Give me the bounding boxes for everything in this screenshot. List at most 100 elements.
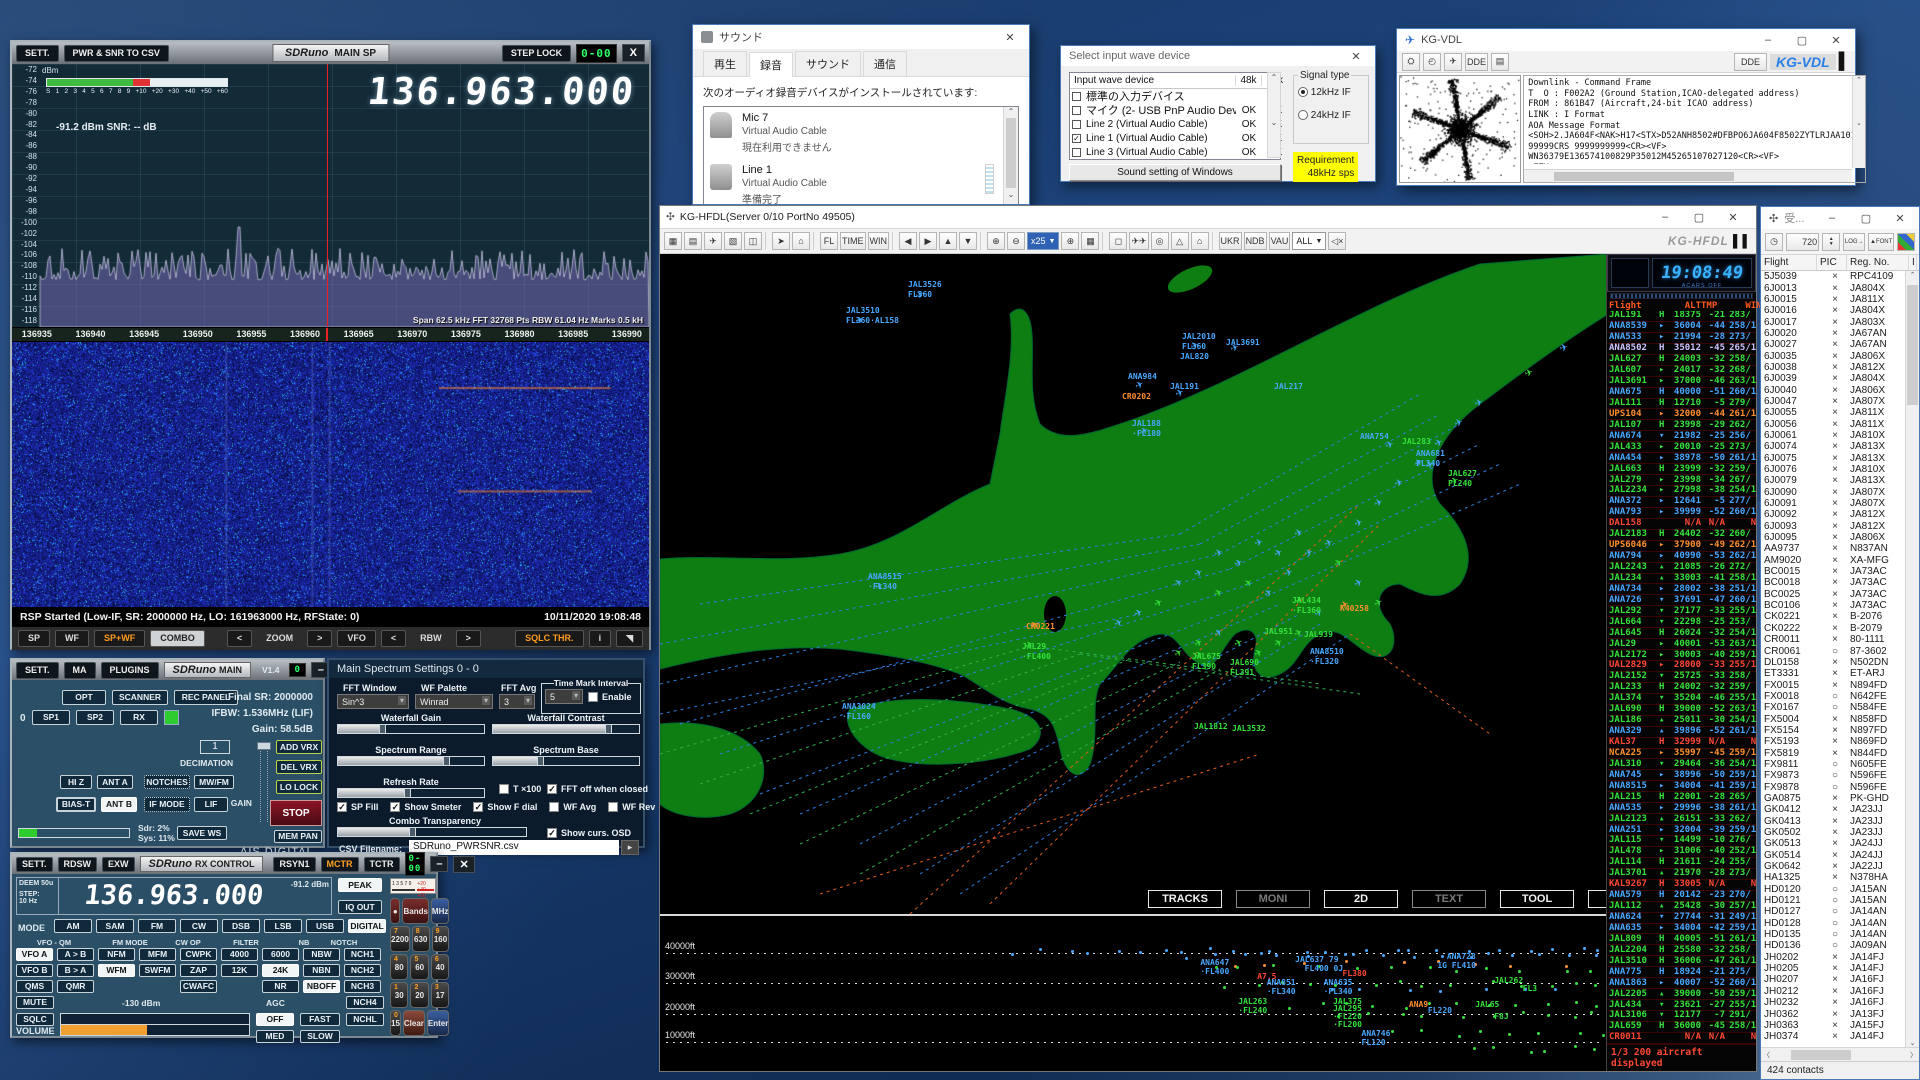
lif-button[interactable]: LIF	[194, 797, 228, 812]
wave-device-row[interactable]: Line 2 (Virtual Audio Cable)OKOK	[1070, 117, 1280, 131]
flight-row[interactable]: JAL112▴25428-30257/116	[1607, 902, 1756, 913]
aircraft-icon[interactable]: ✈	[1385, 440, 1396, 452]
contact-row[interactable]: JH0207×JA16FJ	[1761, 974, 1919, 985]
plugins-button[interactable]: PLUGINS	[101, 662, 159, 679]
flight-row[interactable]: JAL215H22001-28265/ 67	[1607, 792, 1756, 803]
add-vrx-button[interactable]: ADD VRX	[276, 740, 322, 754]
flight-row[interactable]: JAL2234▸27998-38254/108	[1607, 486, 1756, 497]
flight-row[interactable]: ANA533▸21994-28273/ 67	[1607, 333, 1756, 344]
mctr-button[interactable]: MCTR	[321, 857, 359, 872]
close-icon[interactable]: ✕	[1339, 46, 1373, 66]
flight-row[interactable]: JAL664▾22298-25253/ 94	[1607, 617, 1756, 628]
rdsw-button[interactable]: RDSW	[58, 857, 98, 872]
contact-row[interactable]: 6J0055×JA811X	[1761, 407, 1919, 418]
notches-button[interactable]: NOTCHES	[144, 775, 190, 789]
contact-row[interactable]: ET3331×ET-ARJ	[1761, 668, 1919, 679]
view-sp+wf-button[interactable]: SP+WF	[94, 630, 145, 647]
flight-row[interactable]: ANA8515▸34004-41259/137	[1607, 781, 1756, 792]
qms-button[interactable]: QMS	[16, 980, 53, 993]
flight-row[interactable]: UPS104▸32000-44261/124	[1607, 409, 1756, 420]
flight-row[interactable]: JAL111H12710-5279/ 49	[1607, 399, 1756, 410]
agc-med-button[interactable]: MED	[256, 1030, 294, 1043]
view-combo-button[interactable]: COMBO	[150, 630, 205, 647]
contact-row[interactable]: 6J0027×JA67AN	[1761, 339, 1919, 350]
mode-digital-button[interactable]: DIGITAL	[348, 919, 386, 933]
mfm-button[interactable]: MFM	[139, 948, 176, 961]
close-icon[interactable]: ✕	[993, 25, 1027, 49]
mode-lsb-button[interactable]: LSB	[264, 919, 302, 933]
checkbox-icon[interactable]	[1072, 148, 1081, 157]
agc-fast-button[interactable]: FAST	[300, 1013, 340, 1026]
tab-3[interactable]: 通信	[863, 51, 907, 76]
checkbox-icon[interactable]	[1072, 92, 1081, 101]
flight-row[interactable]: JAL2152▾25725-33258/ 93	[1607, 672, 1756, 683]
sound-device-item[interactable]: Line 1Virtual Audio Cable準備完了	[704, 159, 1018, 205]
map-button-2d[interactable]: 2D	[1324, 890, 1398, 908]
aircraft-icon[interactable]: ✈	[1133, 608, 1145, 621]
tx100-checkbox[interactable]: T ×100	[499, 784, 541, 794]
swfm-button[interactable]: SWFM	[139, 964, 176, 977]
tab-2[interactable]: サウンド	[795, 51, 861, 76]
contact-row[interactable]: CK0221×B-2076	[1761, 611, 1919, 622]
contact-row[interactable]: 6J0038×JA812X	[1761, 362, 1919, 373]
flight-row[interactable]: JAL115▾14499-10276/ 51	[1607, 836, 1756, 847]
aircraft-icon[interactable]: ✈	[1233, 638, 1245, 651]
decimation-value[interactable]: 1	[200, 740, 230, 754]
close-icon[interactable]: ✕	[1716, 206, 1750, 228]
contact-row[interactable]: FX5819×N844FD	[1761, 747, 1919, 758]
contact-row[interactable]: GK0514×JA24JJ	[1761, 850, 1919, 861]
contact-row[interactable]: HD0135○JA14AN	[1761, 929, 1919, 940]
contact-row[interactable]: FX5154×N897FD	[1761, 725, 1919, 736]
hfdl-titlebar[interactable]: ✣ KG-HFDL(Server 0/10 PortNo 49505) –▢✕	[660, 206, 1756, 228]
flight-row[interactable]: JAL233H24002-32259/ 83	[1607, 683, 1756, 694]
aircraft-icon[interactable]: ✈	[1263, 587, 1276, 600]
key-17[interactable]: 317	[431, 982, 449, 1008]
contact-row[interactable]: FX9811○N605FE	[1761, 759, 1919, 770]
flight-row[interactable]: JAL478▸31006-40252/124	[1607, 847, 1756, 858]
contact-row[interactable]: BC0018×JA73AC	[1761, 577, 1919, 588]
flight-row[interactable]: JAL2183H24402-32260/ 75	[1607, 530, 1756, 541]
6000-button[interactable]: 6000	[262, 948, 299, 961]
maximize-icon[interactable]: ▢	[1682, 206, 1716, 228]
rsyn1-button[interactable]: RSYN1	[273, 857, 315, 872]
flight-row[interactable]: JAL3701▴21970-28273/ 59	[1607, 869, 1756, 880]
aircraft-icon[interactable]: ✈	[1113, 618, 1125, 631]
aircraft-icon[interactable]: ✈	[1153, 598, 1165, 611]
agc-off-button[interactable]: OFF	[256, 1013, 294, 1026]
mute-button[interactable]: MUTE	[16, 996, 54, 1009]
slider-waterfall-contrast[interactable]	[492, 724, 640, 734]
flight-row[interactable]: ANA794▸40990-53262/140	[1607, 552, 1756, 563]
flight-row[interactable]: JAL186▴25011-30254/103	[1607, 716, 1756, 727]
aircraft-icon[interactable]: ✈	[1213, 588, 1225, 601]
track-icon[interactable]: ✈	[1444, 53, 1462, 71]
flight-row[interactable]: JAL607▸24017-32268/ 69	[1607, 366, 1756, 377]
contact-row[interactable]: 6J0075×JA813X	[1761, 453, 1919, 464]
if-mode-button[interactable]: IF MODE	[144, 797, 190, 812]
qmr-button[interactable]: QMR	[57, 980, 94, 993]
save-ws-button[interactable]: SAVE WS	[177, 826, 227, 840]
agc-slow-button[interactable]: SLOW	[300, 1030, 340, 1043]
key-20[interactable]: 220	[410, 982, 428, 1008]
zoom-out-button[interactable]: <	[227, 630, 252, 647]
sound-setting-button[interactable]: Sound setting of Windows	[1069, 164, 1281, 181]
iq-out-button[interactable]: IQ OUT	[338, 900, 382, 914]
ba-button[interactable]: B > A	[57, 964, 94, 977]
nbn-button[interactable]: NBN	[303, 964, 340, 977]
del-vrx-button[interactable]: DEL VRX	[276, 760, 322, 774]
flight-row[interactable]: JAL434▾23621-27255/109	[1607, 1000, 1756, 1011]
tctr-button[interactable]: TCTR	[364, 857, 400, 872]
close-button[interactable]: ✕	[453, 856, 474, 873]
flight-row[interactable]: ANA535▸29996-38261/114	[1607, 803, 1756, 814]
aircraft-icon[interactable]: ✈	[1373, 498, 1385, 510]
globe-icon[interactable]: ⊕	[1061, 232, 1079, 250]
contact-row[interactable]: 6J0061×JA810X	[1761, 430, 1919, 441]
contact-row[interactable]: GK0513×JA24JJ	[1761, 838, 1919, 849]
flight-row[interactable]: ANA775H18924-21275/ 57	[1607, 967, 1756, 978]
view-wf-button[interactable]: WF	[55, 630, 89, 647]
wave-device-row[interactable]: ✓Line 1 (Virtual Audio Cable)OKOK	[1070, 131, 1280, 145]
aircraft-icon[interactable]: ✈	[1354, 518, 1365, 530]
flight-row[interactable]: JAL234▴33003-41258/143	[1607, 574, 1756, 585]
hi-z-button[interactable]: HI Z	[60, 775, 92, 789]
csv-filename-input[interactable]: SDRuno_PWRSNR.csv	[409, 840, 619, 855]
rf-gain-slider[interactable]	[260, 742, 268, 822]
